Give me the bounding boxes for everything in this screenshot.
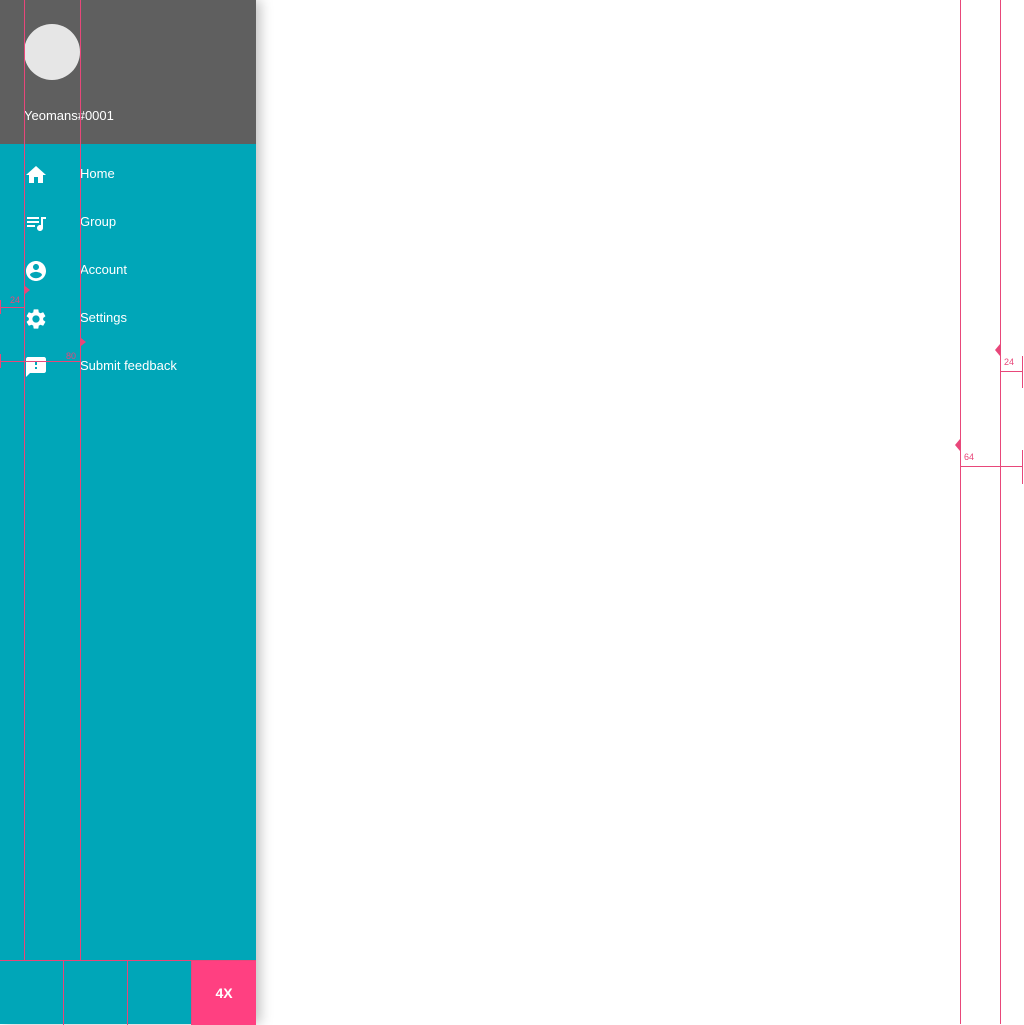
measure-arrow bbox=[955, 439, 960, 451]
nav-item-label: Home bbox=[80, 166, 115, 181]
measure-tick bbox=[0, 354, 1, 368]
grid-strip: 4X bbox=[0, 960, 256, 1025]
dimension-label: 64 bbox=[964, 452, 975, 462]
measure-tick bbox=[1022, 450, 1023, 484]
grid-cell bbox=[128, 961, 192, 1025]
drawer-header: Yeomans#0001 bbox=[0, 0, 256, 144]
keyline-guide bbox=[24, 0, 25, 960]
nav-item-group[interactable]: Group bbox=[0, 199, 256, 247]
measure-line bbox=[0, 307, 24, 308]
home-icon bbox=[24, 163, 48, 187]
measure-line bbox=[0, 361, 80, 362]
nav-item-label: Account bbox=[80, 262, 127, 277]
nav-item-home[interactable]: Home bbox=[0, 151, 256, 199]
measure-tick bbox=[0, 300, 1, 314]
account-circle-icon bbox=[24, 259, 48, 283]
queue-music-icon bbox=[24, 211, 48, 235]
nav-item-label: Settings bbox=[80, 310, 127, 325]
dimension-label: 80 bbox=[66, 351, 77, 361]
measure-tick bbox=[1022, 356, 1023, 388]
username: Yeomans#0001 bbox=[24, 108, 114, 123]
measure-line bbox=[960, 466, 1023, 467]
nav-item-label: Submit feedback bbox=[80, 358, 177, 373]
nav-item-account[interactable]: Account bbox=[0, 247, 256, 295]
settings-icon bbox=[24, 307, 48, 331]
measure-arrow bbox=[81, 338, 86, 346]
measure-arrow bbox=[25, 286, 30, 294]
navigation-drawer: Yeomans#0001 Home Group Account Settings… bbox=[0, 0, 256, 1025]
avatar[interactable] bbox=[24, 24, 80, 80]
measure-arrow bbox=[995, 344, 1000, 356]
nav-item-settings[interactable]: Settings bbox=[0, 295, 256, 343]
feedback-icon bbox=[24, 355, 48, 379]
nav-item-label: Group bbox=[80, 214, 117, 229]
keyline-guide bbox=[960, 0, 961, 1024]
measure-line bbox=[1000, 371, 1023, 372]
grid-cell bbox=[0, 961, 64, 1025]
dimension-label: 24 bbox=[1004, 357, 1015, 367]
nav-item-submit-feedback[interactable]: Submit feedback bbox=[0, 343, 256, 391]
grid-cell bbox=[64, 961, 128, 1025]
scale-badge: 4X bbox=[192, 961, 256, 1025]
keyline-guide bbox=[80, 0, 81, 960]
keyline-guide bbox=[1000, 0, 1001, 1024]
dimension-label: 24 bbox=[10, 295, 21, 305]
